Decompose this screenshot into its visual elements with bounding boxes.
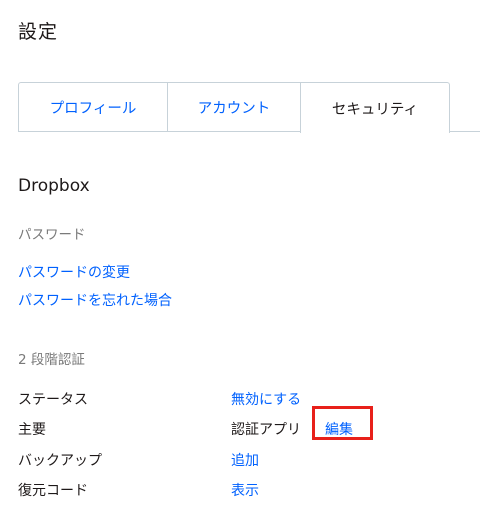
highlight-box — [312, 406, 373, 440]
tab-account[interactable]: アカウント — [167, 82, 301, 132]
backup-row-label: バックアップ — [18, 453, 102, 469]
status-row-label: ステータス — [18, 392, 88, 408]
tab-divider — [450, 131, 480, 132]
recovery-codes-label: 復元コード — [18, 483, 88, 499]
tab-profile[interactable]: プロフィール — [18, 82, 168, 132]
primary-value: 認証アプリ — [231, 422, 301, 438]
change-password-link[interactable]: パスワードの変更 — [18, 262, 130, 282]
disable-link[interactable]: 無効にする — [231, 389, 301, 409]
password-label: パスワード — [18, 227, 86, 243]
forgot-password-link[interactable]: パスワードを忘れた場合 — [18, 290, 172, 310]
tab-bar: プロフィール アカウント セキュリティ — [18, 82, 480, 133]
section-heading: Dropbox — [18, 176, 90, 196]
tab-security[interactable]: セキュリティ — [300, 82, 450, 133]
show-codes-link[interactable]: 表示 — [231, 480, 259, 500]
two-step-label: 2 段階認証 — [18, 352, 85, 368]
add-backup-link[interactable]: 追加 — [231, 450, 259, 470]
page-title: 設定 — [18, 21, 59, 43]
primary-row-label: 主要 — [18, 422, 46, 438]
